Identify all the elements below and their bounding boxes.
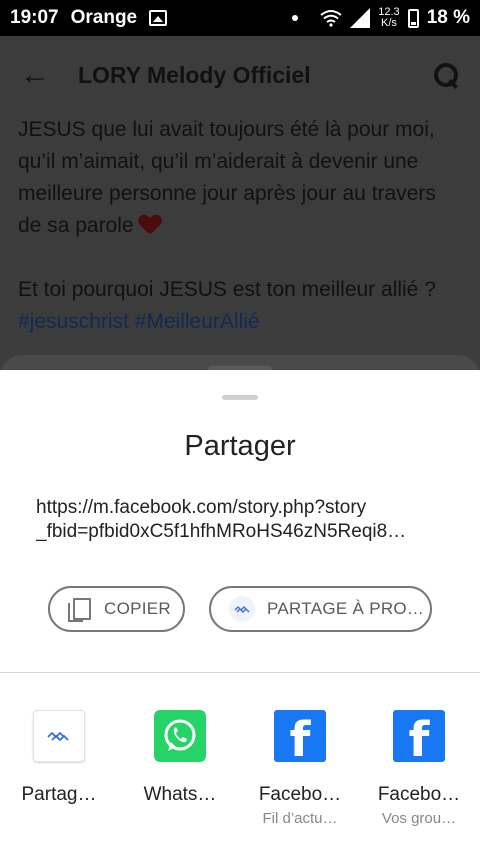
- whatsapp-icon: [154, 710, 206, 762]
- wifi-icon: [320, 10, 342, 27]
- share-sheet: Partager https://m.facebook.com/story.ph…: [0, 370, 480, 854]
- image-notification-icon: [149, 10, 168, 26]
- copy-button-label: COPIER: [104, 599, 171, 618]
- share-url: https://m.facebook.com/story.php?story _…: [36, 496, 444, 544]
- share-target-sublabel: Vos grou…: [381, 810, 457, 827]
- status-carrier: Orange: [70, 7, 138, 28]
- page-title: LORY Melody Officiel: [78, 61, 311, 88]
- share-url-line-2: _fbid=pfbid0xC5f1hfhMRoHS46zN5Reqi8…: [36, 521, 407, 542]
- share-sheet-title: Partager: [184, 430, 296, 462]
- network-speed: 12.3 K/s: [378, 7, 399, 29]
- nearby-share-button[interactable]: PARTAGE À PRO…: [209, 586, 432, 632]
- heart-emoji-icon: [139, 215, 161, 235]
- share-target-label: Partag…: [21, 784, 97, 805]
- status-time: 19:07: [10, 7, 59, 28]
- status-bar: 19:07 Orange 12.3 K/s 18 %: [0, 0, 480, 36]
- nearby-share-icon: [229, 596, 255, 622]
- share-target-label: Whats…: [143, 784, 217, 805]
- share-target-facebook-groups[interactable]: f Facebo… Vos grou…: [364, 710, 474, 827]
- nearby-share-icon: [33, 710, 85, 762]
- facebook-icon: f: [274, 710, 326, 766]
- copy-button[interactable]: COPIER: [48, 586, 185, 632]
- share-target-nearby[interactable]: Partag…: [4, 710, 114, 806]
- nearby-share-label: PARTAGE À PRO…: [267, 599, 425, 618]
- app-bar: ← LORY Melody Officiel: [0, 36, 480, 114]
- post-paragraph-2: Et toi pourquoi JESUS est ton meilleur a…: [18, 278, 436, 301]
- battery-percent: 18 %: [426, 7, 470, 28]
- share-target-whatsapp[interactable]: Whats…: [125, 710, 235, 806]
- facebook-icon: f: [393, 710, 445, 766]
- share-target-label: Facebo…: [258, 784, 342, 805]
- sheet-divider: [0, 672, 480, 673]
- search-icon[interactable]: [432, 61, 460, 89]
- post-text: JESUS que lui avait toujours été là pour…: [0, 114, 480, 338]
- back-arrow-icon[interactable]: ←: [20, 58, 50, 92]
- signal-icon: [350, 8, 371, 28]
- battery-icon: [407, 8, 419, 28]
- post-hashtags[interactable]: #jesuschrist #MeilleurAllié: [18, 306, 462, 338]
- share-url-line-1: https://m.facebook.com/story.php?story: [36, 497, 367, 518]
- share-target-sublabel: Fil d’actu…: [262, 810, 338, 827]
- notification-dot-icon: [292, 15, 299, 21]
- speed-unit: K/s: [381, 17, 397, 29]
- share-target-label: Facebo…: [377, 784, 461, 805]
- copy-icon: [68, 598, 91, 622]
- post-paragraph-1: JESUS que lui avait toujours été là pour…: [18, 118, 436, 237]
- share-target-facebook-feed[interactable]: f Facebo… Fil d’actu…: [245, 710, 355, 827]
- sheet-drag-handle[interactable]: [222, 395, 258, 400]
